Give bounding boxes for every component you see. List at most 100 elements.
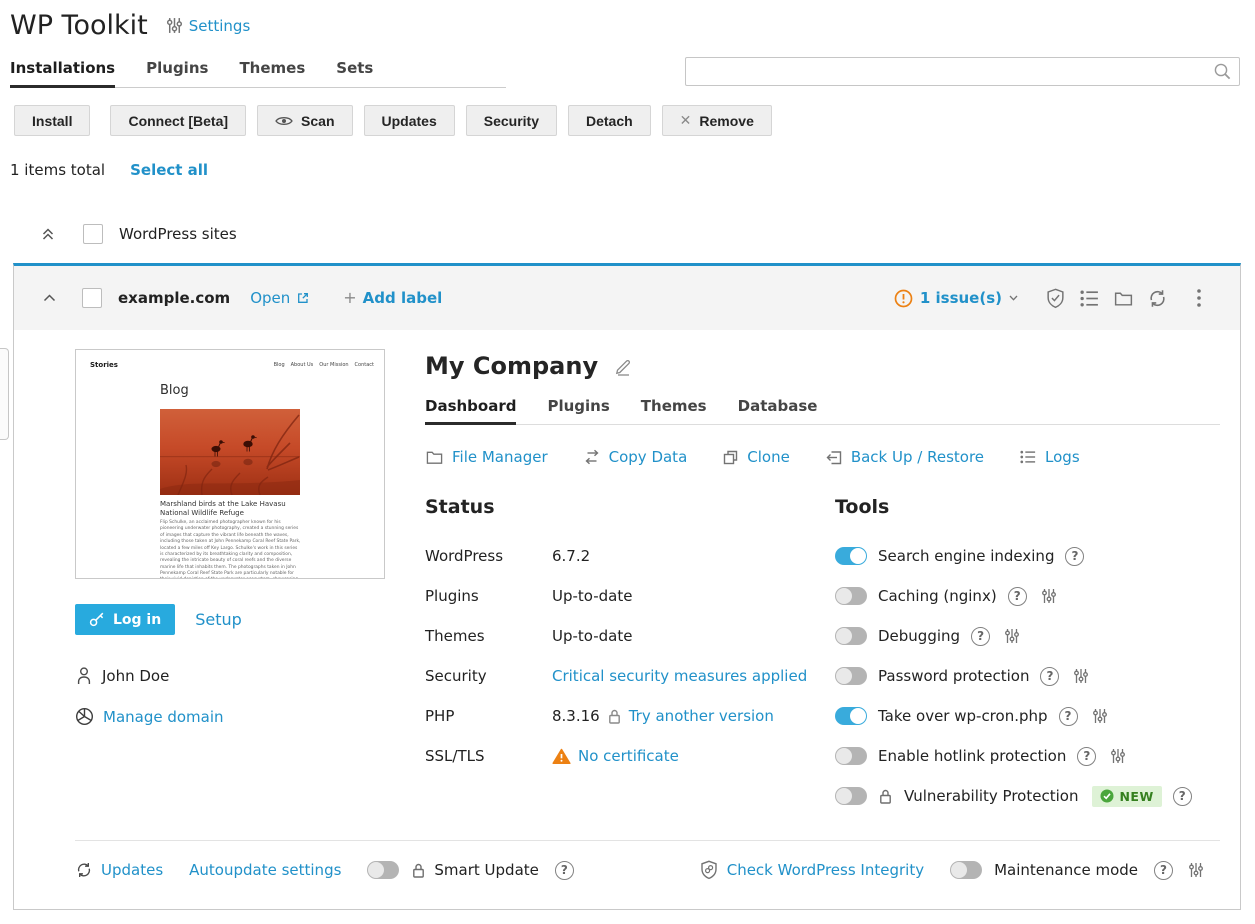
- kebab-menu-icon[interactable]: [1188, 287, 1210, 309]
- preview-post-title: Marshland birds at the Lake Havasu Natio…: [160, 500, 302, 518]
- toolbar: Install Connect [Beta] Scan Updates Secu…: [14, 105, 772, 136]
- search-icon[interactable]: [1213, 62, 1232, 81]
- security-button[interactable]: Security: [466, 105, 557, 136]
- person-icon: [75, 666, 93, 685]
- help-icon[interactable]: ?: [1065, 547, 1084, 566]
- help-icon[interactable]: ?: [1173, 787, 1192, 806]
- issues-dropdown[interactable]: 1 issue(s): [894, 289, 1018, 308]
- chevron-down-icon: [1009, 295, 1018, 301]
- maintenance-settings-icon[interactable]: [1185, 859, 1207, 881]
- help-icon[interactable]: ?: [1154, 861, 1173, 880]
- wp-cron-toggle[interactable]: [835, 707, 867, 725]
- debugging-settings-icon[interactable]: [1001, 625, 1023, 647]
- password-protection-toggle[interactable]: [835, 667, 867, 685]
- site-tab-dashboard[interactable]: Dashboard: [425, 397, 516, 424]
- smart-update-toggle[interactable]: [367, 861, 399, 879]
- tab-plugins[interactable]: Plugins: [146, 59, 208, 87]
- help-icon[interactable]: ?: [1059, 707, 1078, 726]
- preview-photo: [160, 409, 300, 495]
- site-card-footer: Updates Autoupdate settings Smart Update…: [75, 854, 1207, 886]
- help-icon[interactable]: ?: [1077, 747, 1096, 766]
- site-preview-thumbnail[interactable]: Stories BlogAbout UsOur MissionContact B…: [75, 349, 385, 579]
- site-card-body: Stories BlogAbout UsOur MissionContact B…: [14, 330, 1240, 910]
- settings-link[interactable]: Settings: [166, 17, 251, 35]
- status-row-plugins: Plugins Up-to-date: [425, 576, 835, 616]
- plus-icon: +: [343, 290, 356, 306]
- security-status-link[interactable]: Critical security measures applied: [552, 667, 807, 685]
- key-icon: [89, 612, 105, 627]
- caching-settings-icon[interactable]: [1038, 585, 1060, 607]
- search-input[interactable]: [686, 58, 1213, 85]
- warning-icon: [552, 748, 571, 765]
- site-tab-database[interactable]: Database: [738, 397, 818, 424]
- setup-link[interactable]: Setup: [195, 610, 242, 629]
- collapse-card-icon[interactable]: [38, 287, 60, 309]
- group-title: WordPress sites: [119, 225, 237, 243]
- site-tab-plugins[interactable]: Plugins: [547, 397, 609, 424]
- check-integrity-link[interactable]: Check WordPress Integrity: [699, 860, 924, 880]
- exchange-icon: [583, 449, 601, 465]
- help-icon[interactable]: ?: [971, 627, 990, 646]
- collapse-all-icon[interactable]: [37, 223, 59, 245]
- wp-cron-settings-icon[interactable]: [1089, 705, 1111, 727]
- preview-brand: Stories: [90, 361, 118, 369]
- autoupdate-settings-link[interactable]: Autoupdate settings: [189, 861, 341, 879]
- help-icon[interactable]: ?: [555, 861, 574, 880]
- install-button[interactable]: Install: [14, 105, 90, 136]
- tool-row-wp-cron: Take over wp-cron.php ?: [835, 696, 1220, 736]
- scan-button[interactable]: Scan: [257, 105, 352, 136]
- smart-update-label: Smart Update: [434, 861, 538, 879]
- tool-row-debugging: Debugging ?: [835, 616, 1220, 656]
- owner-row: John Doe: [75, 666, 169, 685]
- password-settings-icon[interactable]: [1070, 665, 1092, 687]
- updates-link[interactable]: Updates: [75, 861, 163, 879]
- try-php-version-link[interactable]: Try another version: [629, 707, 774, 725]
- tab-installations[interactable]: Installations: [10, 59, 115, 87]
- add-label-button[interactable]: + Add label: [343, 289, 442, 307]
- tool-row-password-protection: Password protection ?: [835, 656, 1220, 696]
- site-tab-themes[interactable]: Themes: [641, 397, 707, 424]
- select-all-link[interactable]: Select all: [130, 161, 208, 179]
- side-panel-handle[interactable]: [0, 348, 9, 440]
- list-view-icon[interactable]: [1078, 287, 1100, 309]
- preview-heading: Blog: [160, 383, 189, 398]
- debugging-toggle[interactable]: [835, 627, 867, 645]
- copy-icon: [722, 449, 739, 466]
- copy-data-link[interactable]: Copy Data: [583, 448, 688, 466]
- check-circle-icon: [1100, 789, 1114, 803]
- hotlink-protection-toggle[interactable]: [835, 747, 867, 765]
- open-site-link[interactable]: Open: [250, 289, 310, 307]
- refresh-icon[interactable]: [1146, 287, 1168, 309]
- wordpress-version: 6.7.2: [552, 547, 590, 565]
- caching-toggle[interactable]: [835, 587, 867, 605]
- security-check-icon[interactable]: [1044, 287, 1066, 309]
- clone-link[interactable]: Clone: [722, 448, 790, 466]
- group-checkbox[interactable]: [83, 224, 103, 244]
- tab-themes[interactable]: Themes: [239, 59, 305, 87]
- ssl-certificate-link[interactable]: No certificate: [578, 747, 679, 765]
- globe-icon: [75, 707, 94, 726]
- backup-restore-link[interactable]: Back Up / Restore: [825, 448, 984, 466]
- remove-button[interactable]: ✕ Remove: [662, 105, 772, 136]
- edit-icon[interactable]: [612, 355, 634, 377]
- search-indexing-toggle[interactable]: [835, 547, 867, 565]
- folder-icon[interactable]: [1112, 287, 1134, 309]
- vulnerability-protection-toggle[interactable]: [835, 787, 867, 805]
- help-icon[interactable]: ?: [1040, 667, 1059, 686]
- detach-button[interactable]: Detach: [568, 105, 651, 136]
- page-title: WP Toolkit: [10, 10, 148, 41]
- maintenance-mode-toggle[interactable]: [950, 861, 982, 879]
- tab-sets[interactable]: Sets: [336, 59, 373, 87]
- login-button[interactable]: Log in: [75, 604, 175, 635]
- help-icon[interactable]: ?: [1008, 587, 1027, 606]
- updates-button[interactable]: Updates: [364, 105, 455, 136]
- manage-domain-link[interactable]: Manage domain: [103, 708, 224, 726]
- tools-heading: Tools: [835, 496, 1220, 522]
- logs-link[interactable]: Logs: [1019, 448, 1080, 466]
- connect-button[interactable]: Connect [Beta]: [110, 105, 246, 136]
- file-manager-link[interactable]: File Manager: [425, 448, 548, 466]
- site-checkbox[interactable]: [82, 288, 102, 308]
- hotlink-settings-icon[interactable]: [1107, 745, 1129, 767]
- tool-row-hotlink-protection: Enable hotlink protection ?: [835, 736, 1220, 776]
- quick-links: File Manager Copy Data Clone Back Up / R…: [425, 448, 1220, 466]
